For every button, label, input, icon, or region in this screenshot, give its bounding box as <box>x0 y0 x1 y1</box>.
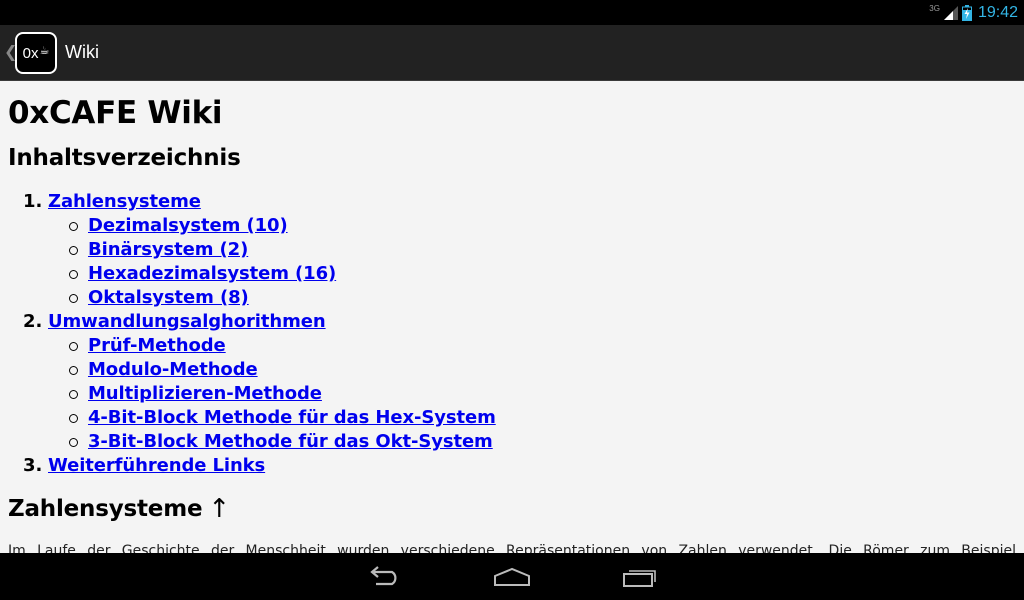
toc-heading: Inhaltsverzeichnis <box>8 145 241 171</box>
bullet-circle-icon <box>69 246 78 255</box>
recent-apps-icon <box>623 570 656 587</box>
toc-link-zahlensysteme[interactable]: Zahlensysteme <box>48 190 201 214</box>
status-bar: 3G 19:42 <box>0 0 1024 25</box>
status-icons: 3G 19:42 <box>929 0 1018 25</box>
bullet-circle-icon <box>69 222 78 231</box>
battery-charging-icon <box>961 4 972 21</box>
bullet-circle-icon <box>69 438 78 447</box>
toc-link-binaersystem[interactable]: Binärsystem (2) <box>88 238 248 262</box>
toc-link-weiterfuehrende-links[interactable]: Weiterführende Links <box>48 454 265 478</box>
signal-icon <box>943 5 958 20</box>
coffee-cup-icon: ☕ <box>39 43 50 57</box>
toc-link-3bit-block[interactable]: 3-Bit-Block Methode für das Okt-System <box>88 430 493 454</box>
webview-content[interactable]: 0xCAFE Wiki Inhaltsverzeichnis 1. Zahlen… <box>0 81 1024 553</box>
section-paragraph: Im Laufe der Geschichte der Menschheit w… <box>8 543 1016 553</box>
bullet-circle-icon <box>69 270 78 279</box>
back-to-top-arrow-icon[interactable]: ↑ <box>208 494 230 524</box>
toc-number: 3. <box>23 455 43 476</box>
bullet-circle-icon <box>69 366 78 375</box>
navigation-bar <box>0 553 1024 600</box>
toc-number: 2. <box>23 311 43 332</box>
home-button[interactable] <box>488 563 536 591</box>
recent-apps-button[interactable] <box>616 563 664 591</box>
toc-link-oktalsystem[interactable]: Oktalsystem (8) <box>88 286 249 310</box>
toc-link-umwandlungsalghorithmen[interactable]: Umwandlungsalghorithmen <box>48 310 326 334</box>
section-heading: Zahlensysteme ↑ <box>8 493 230 524</box>
home-icon <box>494 567 530 586</box>
toc-link-modulo-methode[interactable]: Modulo-Methode <box>88 358 258 382</box>
action-bar: ❮ 0x ☕ Wiki <box>0 25 1024 81</box>
status-time: 19:42 <box>977 3 1018 21</box>
app-icon-label: 0x <box>22 44 39 62</box>
back-button[interactable] <box>360 563 408 591</box>
app-icon[interactable]: 0x ☕ <box>15 32 57 74</box>
network-type-label: 3G <box>929 4 940 13</box>
toc-link-hexadezimalsystem[interactable]: Hexadezimalsystem (16) <box>88 262 336 286</box>
toc-number: 1. <box>23 191 43 212</box>
toc-link-pruef-methode[interactable]: Prüf-Methode <box>88 334 226 358</box>
page-title: 0xCAFE Wiki <box>8 95 223 131</box>
bullet-circle-icon <box>69 342 78 351</box>
bullet-circle-icon <box>69 414 78 423</box>
toc-link-4bit-block[interactable]: 4-Bit-Block Methode für das Hex-System <box>88 406 496 430</box>
bullet-circle-icon <box>69 294 78 303</box>
back-arrow-icon <box>370 566 397 586</box>
bullet-circle-icon <box>69 390 78 399</box>
action-bar-title: Wiki <box>65 42 99 62</box>
toc-link-dezimalsystem[interactable]: Dezimalsystem (10) <box>88 214 288 238</box>
toc-link-multiplizieren-methode[interactable]: Multiplizieren-Methode <box>88 382 322 406</box>
section-heading-text: Zahlensysteme <box>8 496 203 522</box>
